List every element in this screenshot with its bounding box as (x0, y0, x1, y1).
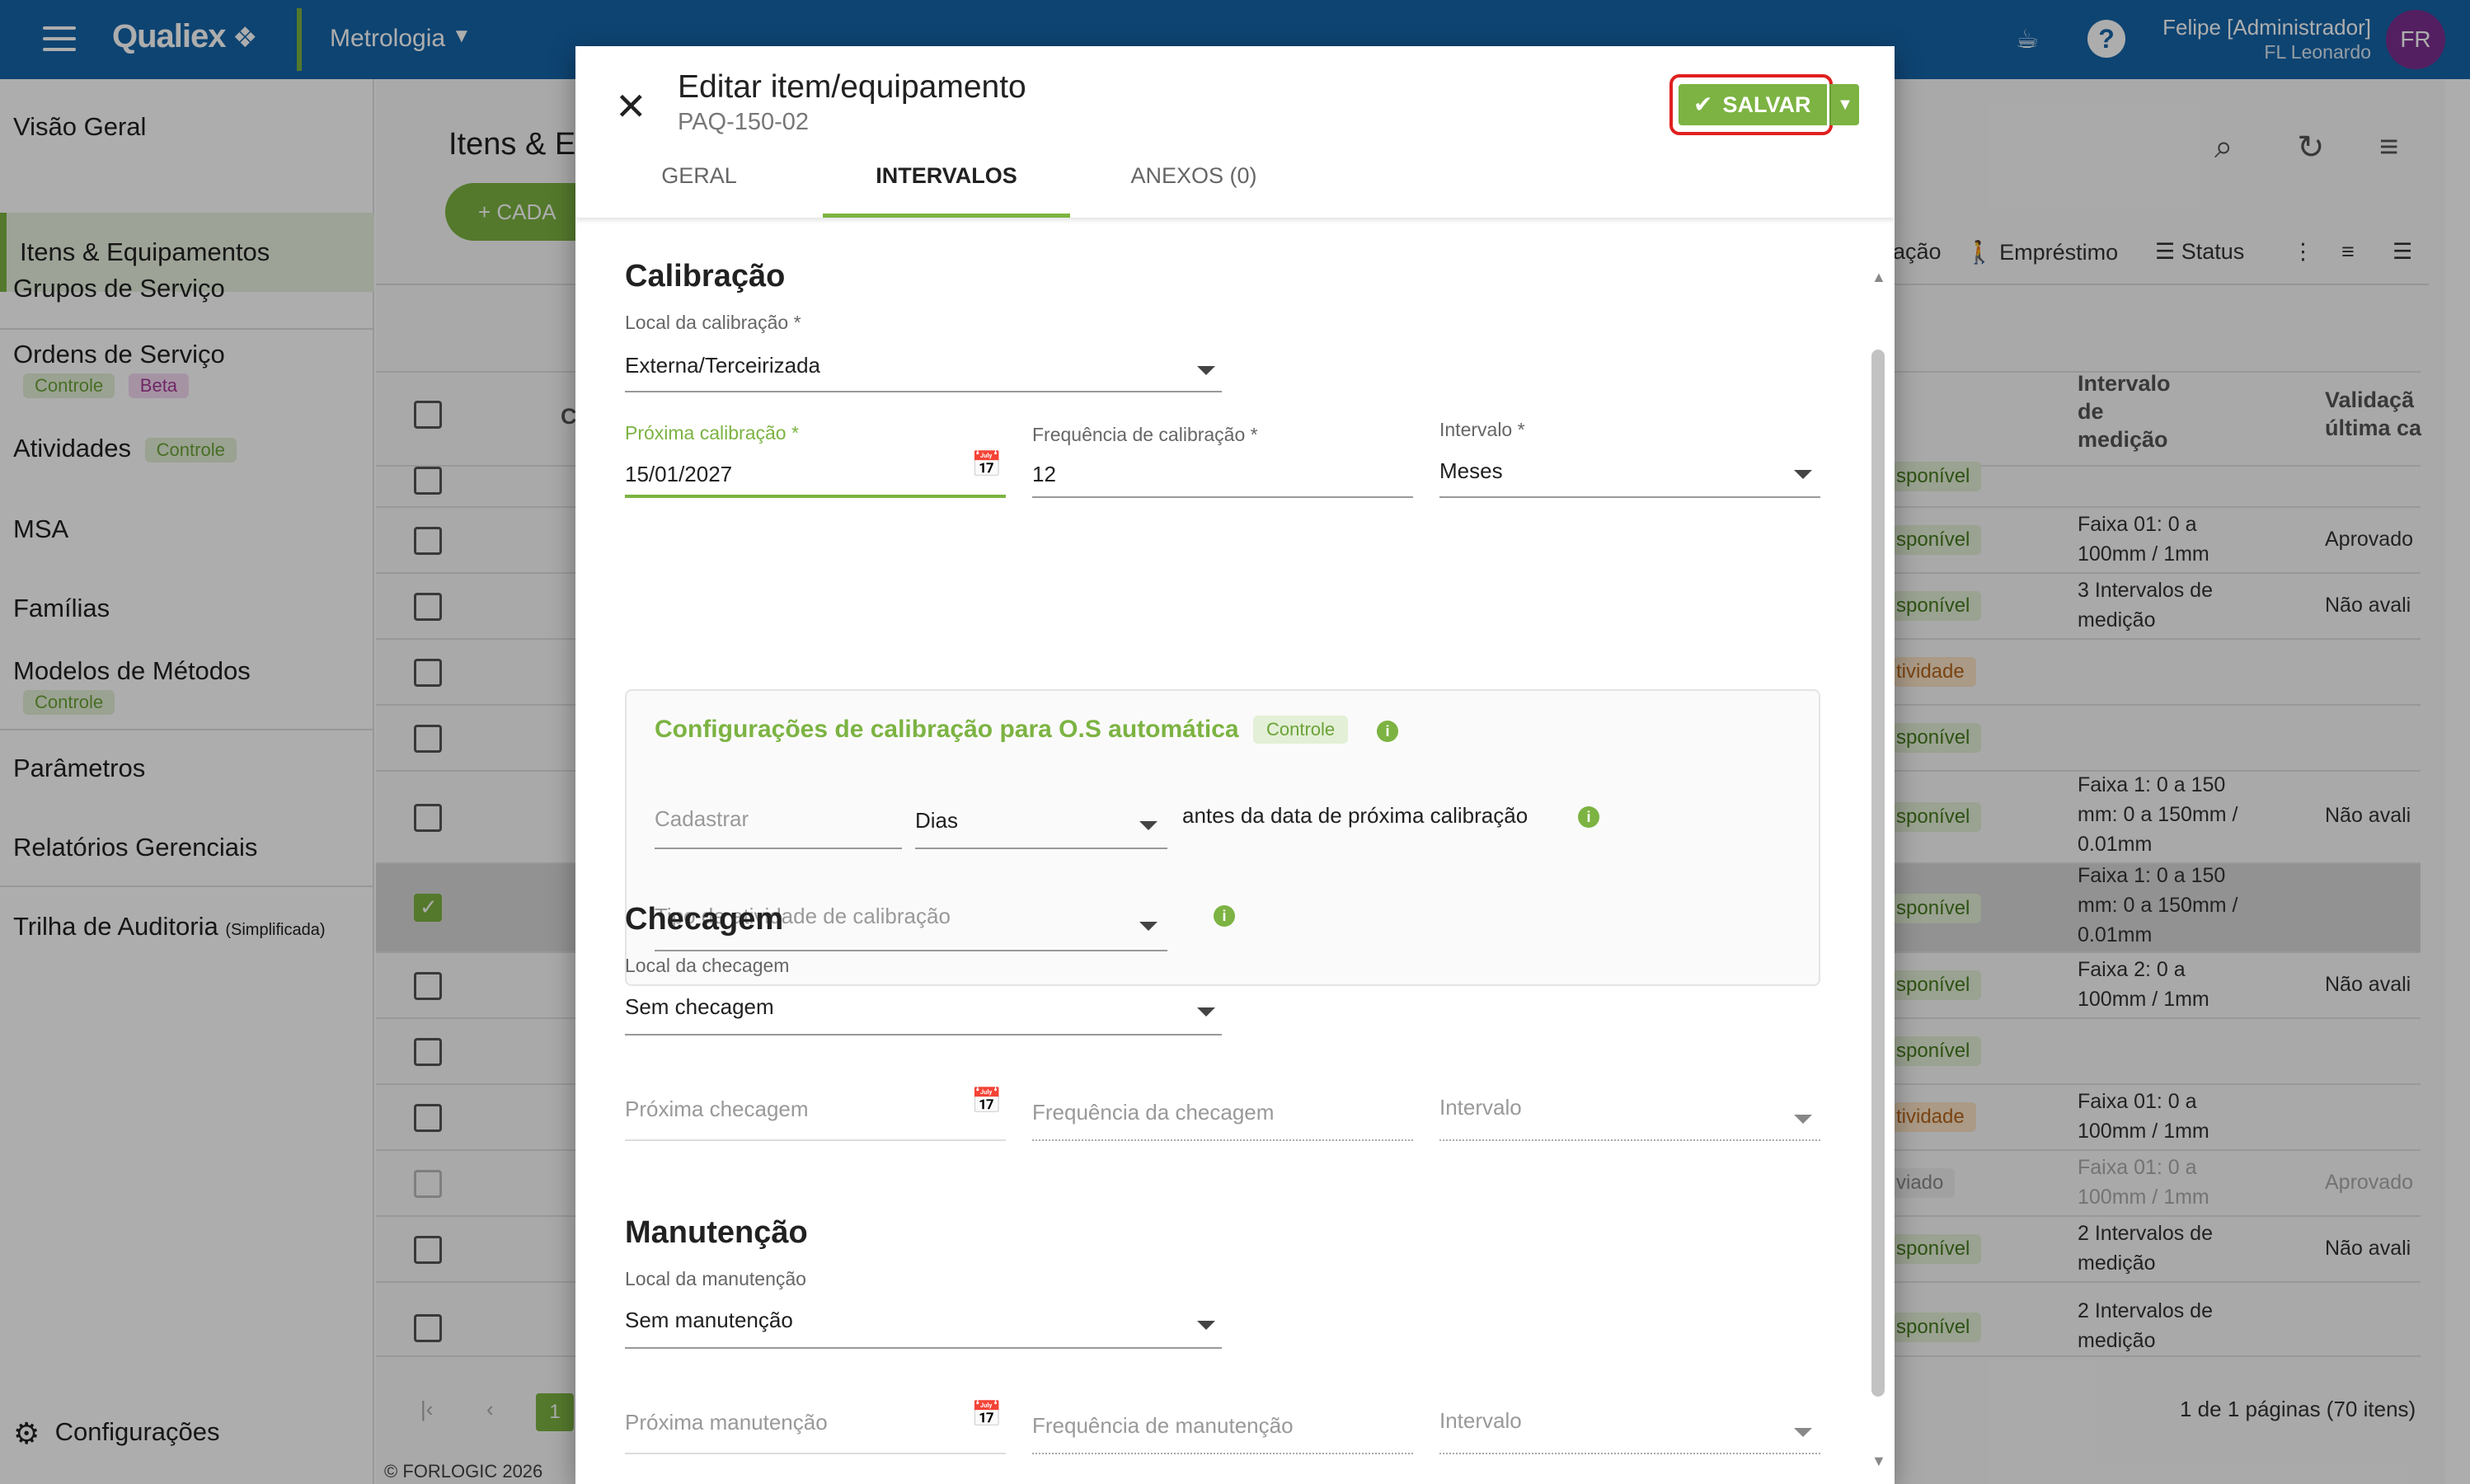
check-icon: ✔ (1693, 92, 1713, 117)
calendar-icon[interactable]: 📅 (971, 1087, 1002, 1115)
info-icon[interactable]: i (1214, 905, 1235, 927)
info-icon[interactable]: i (1377, 721, 1398, 742)
calibration-frequency-label: Frequência de calibração * (1032, 424, 1258, 445)
field-underline (1032, 1453, 1413, 1454)
maintenance-frequency-input[interactable]: Frequência de manutenção (1032, 1413, 1294, 1439)
calibration-interval-select[interactable]: Meses (1439, 458, 1503, 484)
field-underline (655, 848, 902, 849)
field-underline (915, 848, 1167, 849)
field-underline (1439, 1453, 1820, 1454)
calibration-location-select[interactable]: Externa/Terceirizada (625, 353, 820, 378)
register-days-input[interactable]: Cadastrar (655, 806, 749, 832)
chevron-down-icon[interactable] (1197, 1007, 1215, 1017)
calibration-frequency-input[interactable]: 12 (1032, 462, 1056, 487)
edit-item-dialog: ✕ Editar item/equipamento PAQ-150-02 ✔ SA… (575, 46, 1895, 1484)
auto-os-config-box: Configurações de calibração para O.S aut… (625, 689, 1820, 986)
calibration-interval-label: Intervalo * (1439, 419, 1525, 440)
save-options-dropdown[interactable]: ▼ (1829, 84, 1859, 125)
chevron-down-icon[interactable] (1794, 1115, 1812, 1124)
scrollbar-thumb[interactable] (1871, 350, 1885, 1397)
chevron-down-icon[interactable] (1794, 1428, 1812, 1437)
field-underline (655, 950, 1167, 951)
controle-chip: Controle (1253, 716, 1349, 744)
chevron-down-icon[interactable] (1139, 922, 1158, 931)
save-label: SALVAR (1722, 92, 1811, 117)
tab-intervals[interactable]: INTERVALOS (823, 163, 1070, 218)
unit-select[interactable]: Dias (915, 808, 958, 834)
before-date-text: antes da data de próxima calibração (1182, 803, 1528, 828)
check-location-select[interactable]: Sem checagem (625, 994, 774, 1020)
dialog-subtitle: PAQ-150-02 (678, 109, 810, 135)
config-title: Configurações de calibração para O.S aut… (655, 716, 1239, 743)
chevron-down-icon[interactable] (1794, 470, 1812, 479)
dialog-body: Calibração Local da calibração * Externa… (575, 218, 1895, 1484)
scroll-up-icon[interactable]: ▲ (1871, 269, 1886, 286)
tab-general[interactable]: GERAL (575, 163, 823, 218)
field-underline (1032, 1139, 1413, 1141)
check-section-title: Checagem (625, 902, 784, 937)
dialog-header: ✕ Editar item/equipamento PAQ-150-02 ✔ SA… (575, 46, 1895, 218)
field-underline (625, 1347, 1222, 1349)
maintenance-section-title: Manutenção (625, 1215, 808, 1250)
field-underline (1032, 496, 1413, 498)
dialog-scrollbar[interactable]: ▲ ▼ (1868, 218, 1888, 1484)
calendar-icon[interactable]: 📅 (971, 1400, 1002, 1429)
field-underline-focused (625, 495, 1006, 498)
maintenance-location-label: Local da manutenção (625, 1268, 806, 1289)
scroll-down-icon[interactable]: ▼ (1871, 1453, 1886, 1470)
field-underline (625, 1139, 1006, 1141)
field-underline (1439, 496, 1820, 498)
calibration-location-label: Local da calibração * (625, 312, 801, 333)
field-underline (625, 1453, 1006, 1454)
info-icon[interactable]: i (1578, 806, 1599, 828)
maintenance-interval-select[interactable]: Intervalo (1439, 1408, 1522, 1434)
check-interval-select[interactable]: Intervalo (1439, 1095, 1522, 1120)
chevron-down-icon[interactable] (1197, 366, 1215, 375)
calendar-icon[interactable]: 📅 (971, 450, 1002, 479)
close-icon[interactable]: ✕ (615, 87, 647, 125)
field-underline (1439, 1139, 1820, 1141)
next-maintenance-input[interactable]: Próxima manutenção (625, 1410, 828, 1435)
check-location-label: Local da checagem (625, 955, 790, 976)
chevron-down-icon[interactable] (1197, 1321, 1215, 1330)
maintenance-location-select[interactable]: Sem manutenção (625, 1308, 793, 1333)
next-calibration-input[interactable]: 15/01/2027 (625, 462, 732, 487)
chevron-down-icon[interactable] (1139, 821, 1158, 830)
tab-attachments[interactable]: ANEXOS (0) (1070, 163, 1317, 218)
field-underline (625, 1034, 1222, 1036)
save-button[interactable]: ✔ SALVAR (1679, 84, 1827, 125)
next-calibration-label: Próxima calibração * (625, 422, 799, 444)
calibration-section-title: Calibração (625, 259, 786, 294)
next-check-input[interactable]: Próxima checagem (625, 1097, 809, 1122)
check-frequency-input[interactable]: Frequência da checagem (1032, 1100, 1274, 1125)
field-underline (625, 391, 1222, 392)
dialog-title: Editar item/equipamento (678, 69, 1026, 105)
